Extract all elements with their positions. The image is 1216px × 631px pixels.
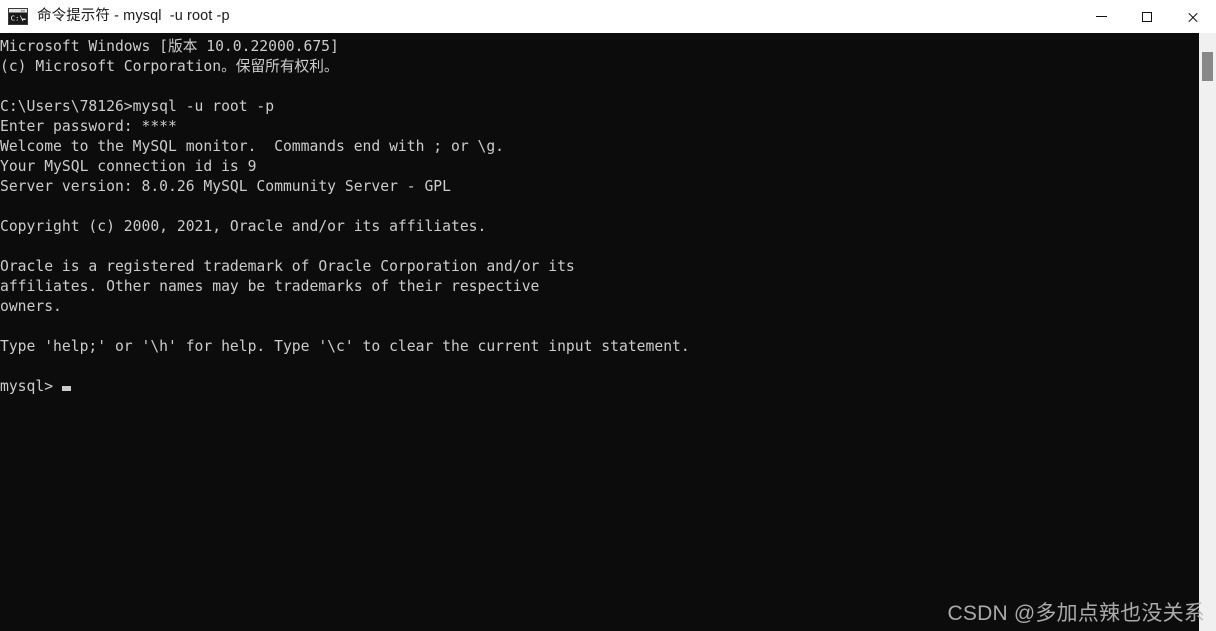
minimize-icon bbox=[1095, 16, 1107, 17]
window-controls bbox=[1078, 0, 1216, 33]
console-line: Copyright (c) 2000, 2021, Oracle and/or … bbox=[0, 218, 487, 235]
console-line: Server version: 8.0.26 MySQL Community S… bbox=[0, 178, 451, 195]
maximize-button[interactable] bbox=[1124, 0, 1170, 33]
minimize-button[interactable] bbox=[1078, 0, 1124, 33]
vertical-scrollbar[interactable] bbox=[1199, 33, 1216, 631]
prompt-text: mysql> bbox=[0, 378, 54, 395]
console-line: Welcome to the MySQL monitor. Commands e… bbox=[0, 138, 505, 155]
console-output-area[interactable]: Microsoft Windows [版本 10.0.22000.675] (c)… bbox=[0, 33, 1199, 631]
close-button[interactable] bbox=[1170, 0, 1216, 33]
console-line: Type 'help;' or '\h' for help. Type '\c'… bbox=[0, 338, 690, 355]
svg-text:C:\: C:\ bbox=[11, 14, 24, 23]
console-line: affiliates. Other names may be trademark… bbox=[0, 278, 540, 295]
console-line: owners. bbox=[0, 298, 62, 315]
prompt-line: mysql> bbox=[0, 377, 690, 397]
csdn-watermark: CSDN @多加点辣也没关系 bbox=[947, 602, 1205, 625]
window-title: 命令提示符 - mysql -u root -p bbox=[37, 8, 230, 24]
console-line: Enter password: **** bbox=[0, 118, 177, 135]
maximize-icon bbox=[1142, 11, 1152, 22]
console-line: Oracle is a registered trademark of Orac… bbox=[0, 258, 575, 275]
scrollbar-thumb[interactable] bbox=[1202, 52, 1213, 81]
console-line: Microsoft Windows [版本 10.0.22000.675] bbox=[0, 38, 339, 55]
console-lines: Microsoft Windows [版本 10.0.22000.675] (c)… bbox=[0, 37, 690, 377]
console-line: Your MySQL connection id is 9 bbox=[0, 158, 257, 175]
console-text: Microsoft Windows [版本 10.0.22000.675] (c)… bbox=[0, 37, 690, 397]
title-bar[interactable]: C:\ 命令提示符 - mysql -u root -p bbox=[0, 0, 1216, 33]
cmd-console-icon: C:\ bbox=[8, 8, 28, 25]
close-icon bbox=[1187, 11, 1199, 23]
console-window: C:\ 命令提示符 - mysql -u root -p Microsoft W… bbox=[0, 0, 1216, 631]
console-line: C:\Users\78126>mysql -u root -p bbox=[0, 98, 275, 115]
console-line: (c) Microsoft Corporation。保留所有权利。 bbox=[0, 58, 339, 75]
text-cursor bbox=[62, 386, 72, 391]
